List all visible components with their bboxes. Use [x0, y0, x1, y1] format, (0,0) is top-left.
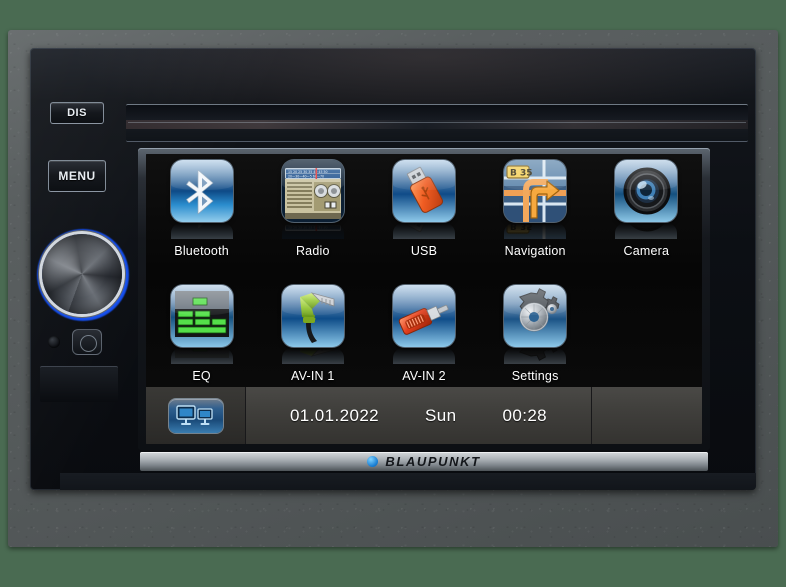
menu-button-label: MENU [58, 169, 96, 183]
av-in-1-icon[interactable] [281, 285, 344, 347]
bluetooth-icon[interactable] [170, 160, 233, 222]
unit-bottom-lip [60, 473, 756, 490]
knob-dial[interactable] [42, 234, 122, 314]
app-tile-label: Radio [295, 244, 330, 258]
head-unit-body: DIS MENU Bluetooth 15 20 25 30 35 40 45 … [30, 48, 756, 490]
app-tile-av-in-2[interactable]: AV-IN 2 [368, 285, 479, 383]
svg-text:15 20 25 30 35 40 45 50: 15 20 25 30 35 40 45 50 [288, 170, 328, 174]
app-tile-label: Settings [511, 369, 559, 383]
status-day: Sun [425, 405, 457, 425]
app-icon-reflection: B 35 [504, 177, 567, 239]
app-tile-av-in-1[interactable]: AV-IN 1 [257, 285, 368, 383]
av-in-2-icon[interactable] [392, 285, 455, 347]
app-icon-reflection [281, 302, 344, 364]
dis-button-label: DIS [67, 107, 87, 119]
home-icon-grid: Bluetooth 15 20 25 30 35 40 45 50 20—30—… [146, 154, 702, 386]
svg-text:15 20 25 30 35 40 45 50: 15 20 25 30 35 40 45 50 [288, 225, 328, 229]
status-bar: 01.01.2022 Sun 00:28 [146, 386, 702, 444]
brand-name: BLAUPUNKT [385, 454, 481, 469]
app-icon-reflection [170, 302, 233, 364]
menu-button[interactable]: MENU [48, 160, 106, 192]
volume-knob[interactable] [34, 226, 132, 324]
app-tile-label: AV-IN 1 [291, 369, 335, 383]
status-bar-spare-cell[interactable] [592, 387, 702, 444]
app-tile-usb[interactable]: USB [368, 160, 479, 258]
navigation-icon[interactable]: B 35 [504, 160, 567, 222]
left-panel-edge [40, 366, 118, 402]
camera-icon[interactable] [615, 160, 678, 222]
app-tile-camera[interactable]: Camera [591, 160, 702, 258]
cd-slot-line [128, 122, 746, 123]
app-tile-navigation[interactable]: B 35 B 35 Navigation [480, 160, 591, 258]
app-icon-reflection [170, 177, 233, 239]
dual-screen-icon[interactable] [168, 398, 223, 433]
app-tile-bluetooth[interactable]: Bluetooth [146, 160, 257, 258]
svg-text:B 35: B 35 [510, 221, 533, 231]
status-time: 00:28 [502, 405, 548, 425]
app-tile-label: Camera [623, 244, 670, 258]
app-tile-settings[interactable]: Settings [480, 285, 591, 383]
icon-row-1: Bluetooth 15 20 25 30 35 40 45 50 20—30—… [146, 160, 702, 258]
app-icon-reflection [392, 177, 455, 239]
app-tile-label: Navigation [504, 244, 566, 258]
brand-strip: BLAUPUNKT [140, 452, 708, 471]
app-tile-label: USB [410, 244, 438, 258]
app-tile-label: AV-IN 2 [402, 369, 446, 383]
app-tile-label: EQ [192, 369, 211, 383]
screen-bezel: Bluetooth 15 20 25 30 35 40 45 50 20—30—… [138, 148, 710, 450]
svg-text:20—30—40—5 60—70: 20—30—40—5 60—70 [288, 174, 324, 178]
app-icon-reflection [615, 177, 678, 239]
cd-slot[interactable] [126, 104, 748, 142]
app-icon-reflection [392, 302, 455, 364]
reset-button[interactable] [72, 329, 102, 355]
status-bar-datetime-cell: 01.01.2022 Sun 00:28 [246, 387, 592, 444]
app-tile-label: Bluetooth [174, 244, 229, 258]
app-tile-eq[interactable]: EQ [146, 285, 257, 383]
app-icon-reflection: 15 20 25 30 35 40 45 50 20—30—40—5 60—70 [281, 177, 344, 239]
screenshot-root: DIS MENU Bluetooth 15 20 25 30 35 40 45 … [0, 0, 786, 587]
status-date: 01.01.2022 [289, 405, 380, 425]
blaupunkt-dot-icon [367, 456, 379, 467]
equalizer-icon[interactable] [170, 285, 233, 347]
icon-row-2: EQ AV-IN 1 AV-IN 2 Settings [146, 285, 702, 383]
radio-icon[interactable]: 15 20 25 30 35 40 45 50 20—30—40—5 60—70 [281, 160, 344, 222]
settings-gears-icon[interactable] [504, 285, 567, 347]
app-icon-reflection [504, 302, 567, 364]
status-bar-mode-cell[interactable] [146, 387, 246, 444]
usb-icon[interactable] [392, 160, 455, 222]
dis-button[interactable]: DIS [50, 102, 104, 124]
app-tile-radio[interactable]: 15 20 25 30 35 40 45 50 20—30—40—5 60—70 [257, 160, 368, 258]
ir-sensor-icon [48, 336, 60, 348]
svg-text:B 35: B 35 [510, 169, 533, 179]
lcd-screen[interactable]: Bluetooth 15 20 25 30 35 40 45 50 20—30—… [146, 154, 702, 444]
